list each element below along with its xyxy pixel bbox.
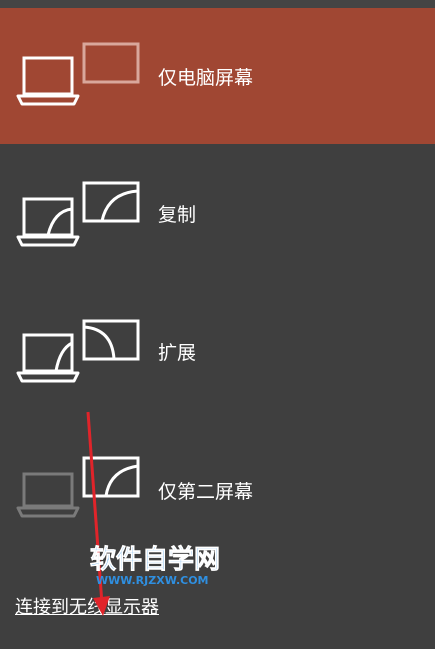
option-label: 仅电脑屏幕 bbox=[158, 67, 254, 89]
option-pc-screen-only[interactable]: 仅电脑屏幕 bbox=[0, 8, 435, 144]
top-edge bbox=[0, 0, 435, 8]
watermark-url: WWW.RJZXW.COM bbox=[96, 574, 209, 587]
option-second-screen-only[interactable]: 仅第二屏幕 bbox=[0, 418, 435, 554]
option-extend[interactable]: 扩展 bbox=[0, 281, 435, 417]
duplicate-icon bbox=[16, 181, 140, 247]
project-panel: 仅电脑屏幕 复制 扩展 仅第二屏幕 连接到无线显示器 软件自学网 WWW.RJZ… bbox=[0, 0, 435, 649]
option-duplicate[interactable]: 复制 bbox=[0, 145, 435, 281]
option-label: 仅第二屏幕 bbox=[158, 481, 254, 503]
second-screen-only-icon bbox=[16, 456, 140, 518]
option-label: 复制 bbox=[158, 204, 197, 226]
extend-icon bbox=[16, 319, 140, 383]
option-label: 扩展 bbox=[158, 342, 197, 364]
connect-wireless-display-link[interactable]: 连接到无线显示器 bbox=[15, 596, 159, 620]
pc-screen-only-icon bbox=[16, 42, 140, 106]
